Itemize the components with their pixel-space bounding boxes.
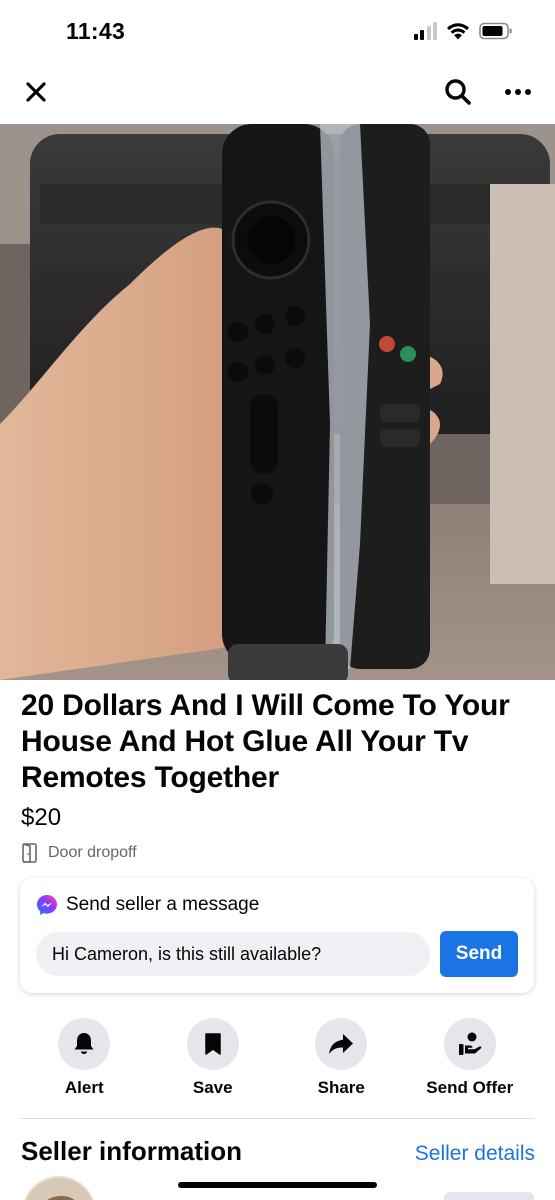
listing-price: $20 bbox=[21, 804, 62, 831]
alert-label: Alert bbox=[64, 1078, 104, 1097]
status-time: 11:43 bbox=[66, 18, 126, 44]
seller-details-link[interactable]: Seller details bbox=[415, 1142, 535, 1166]
door-icon bbox=[22, 843, 37, 863]
wifi-icon bbox=[447, 23, 469, 40]
bookmark-icon bbox=[205, 1033, 221, 1055]
message-header-label: Send seller a message bbox=[66, 894, 260, 915]
status-icons bbox=[413, 20, 514, 42]
avatar-image bbox=[24, 1178, 94, 1200]
offer-hand-icon bbox=[458, 1032, 482, 1055]
home-indicator[interactable] bbox=[178, 1182, 377, 1188]
send-offer-label: Send Offer bbox=[426, 1078, 514, 1097]
save-button[interactable]: Save bbox=[149, 1018, 278, 1102]
close-icon bbox=[26, 82, 46, 102]
search-icon bbox=[445, 79, 471, 105]
top-nav bbox=[0, 64, 555, 120]
signal-icon bbox=[413, 22, 437, 40]
listing-photo-image bbox=[0, 124, 555, 680]
send-offer-circle[interactable] bbox=[443, 1018, 496, 1070]
messenger-icon bbox=[37, 895, 57, 915]
section-divider bbox=[20, 1118, 534, 1119]
share-button[interactable]: Share bbox=[277, 1018, 406, 1102]
close-button[interactable] bbox=[20, 76, 52, 108]
alert-button[interactable]: Alert bbox=[20, 1018, 149, 1102]
listing-photo[interactable] bbox=[0, 124, 555, 680]
send-button[interactable]: Send bbox=[440, 931, 518, 977]
message-header: Send seller a message bbox=[36, 894, 259, 916]
share-circle[interactable] bbox=[315, 1018, 368, 1070]
share-arrow-icon bbox=[329, 1034, 354, 1054]
save-circle[interactable] bbox=[186, 1018, 239, 1070]
delivery-label: Door dropoff bbox=[48, 844, 137, 861]
bell-icon bbox=[74, 1033, 94, 1054]
send-offer-button[interactable]: Send Offer bbox=[406, 1018, 535, 1102]
more-icon bbox=[505, 89, 531, 95]
seller-information-title: Seller information bbox=[21, 1136, 243, 1166]
status-bar: 11:43 bbox=[0, 0, 555, 62]
delivery-method: Door dropoff bbox=[21, 843, 541, 863]
listing-title: 20 Dollars And I Will Come To Your House… bbox=[21, 689, 510, 794]
search-button[interactable] bbox=[441, 75, 475, 109]
seller-avatar[interactable] bbox=[22, 1176, 96, 1200]
more-button[interactable] bbox=[501, 75, 535, 109]
listing-info: 20 Dollars And I Will Come To Your House… bbox=[21, 688, 541, 863]
message-card: Send seller a message Hi Cameron, is thi… bbox=[20, 878, 534, 993]
message-input[interactable]: Hi Cameron, is this still available? bbox=[36, 932, 430, 976]
action-bar: Alert Save Share Send Offer bbox=[20, 1018, 534, 1102]
battery-icon bbox=[479, 22, 512, 40]
seller-action-button[interactable] bbox=[444, 1192, 534, 1200]
share-label: Share bbox=[317, 1078, 365, 1097]
alert-circle[interactable] bbox=[58, 1018, 111, 1070]
save-label: Save bbox=[192, 1078, 233, 1097]
